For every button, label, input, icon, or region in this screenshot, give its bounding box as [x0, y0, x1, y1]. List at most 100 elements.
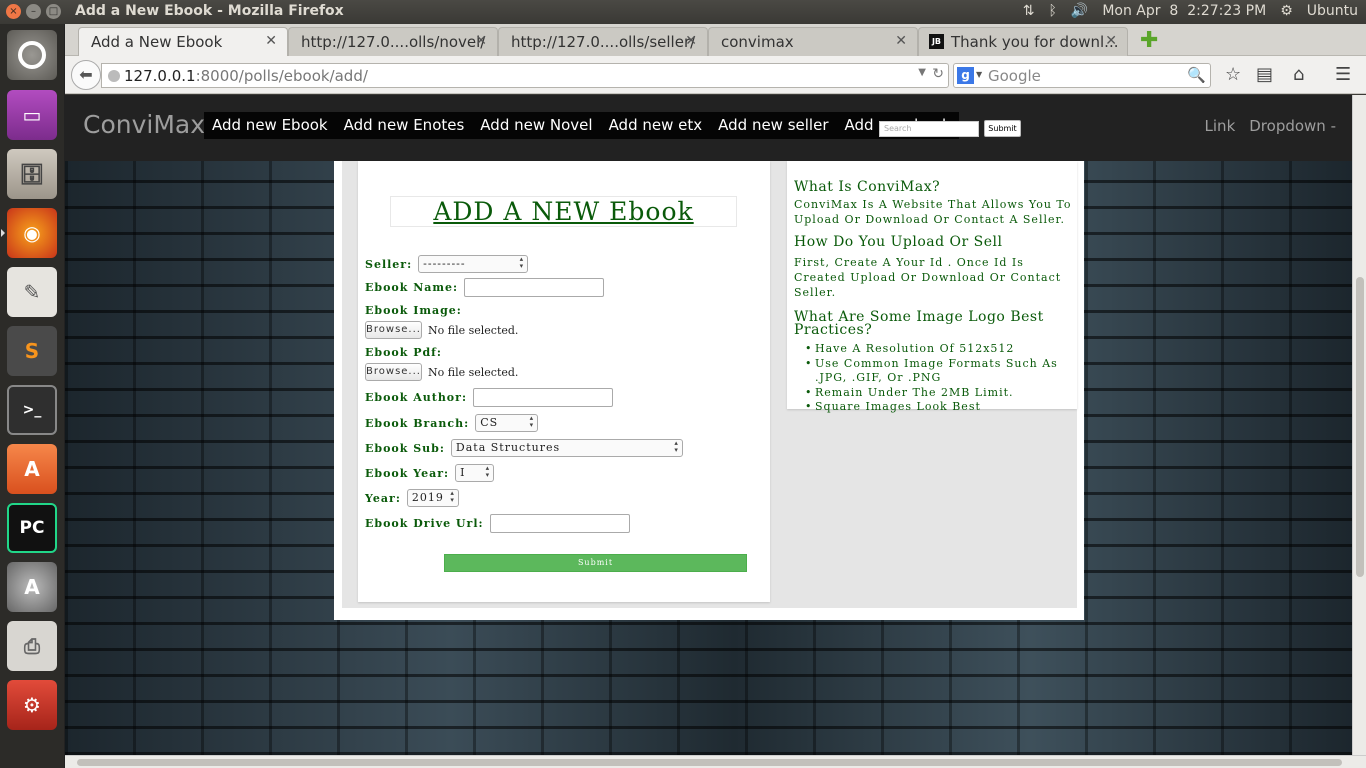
vertical-scrollbar-thumb[interactable]: [1356, 277, 1364, 577]
submit-button[interactable]: Submit: [444, 554, 747, 572]
ebook-pdf-label: Ebook Pdf:: [365, 346, 442, 359]
printer-icon[interactable]: ⎙: [7, 621, 57, 671]
files-icon[interactable]: 🗄: [7, 149, 57, 199]
tab-thank-you[interactable]: JB Thank you for downl... ✕: [918, 27, 1128, 56]
new-tab-icon[interactable]: ✚: [1140, 28, 1158, 53]
gear-icon[interactable]: ⚙: [1280, 3, 1293, 19]
bookmark-star-icon[interactable]: ☆: [1225, 64, 1241, 85]
ebook-sub-row: Ebook Sub: Data Structures: [365, 439, 683, 457]
window-controls: × – □: [6, 4, 61, 19]
seller-row: Seller: ---------: [365, 255, 529, 273]
search-icon[interactable]: 🔍: [1187, 66, 1206, 84]
window-maximize-button[interactable]: □: [46, 4, 61, 19]
workspace-icon[interactable]: ▭: [7, 90, 57, 140]
menu-icon[interactable]: ☰: [1335, 64, 1351, 85]
volume-icon[interactable]: 🔊: [1071, 3, 1088, 19]
url-history-dropdown-icon[interactable]: ▼: [918, 67, 926, 78]
seller-select[interactable]: ---------: [418, 255, 529, 273]
settings-icon[interactable]: ⚙: [7, 680, 57, 730]
horizontal-scrollbar[interactable]: [65, 755, 1366, 768]
site-navbar: ConviMax Add new Ebook Add new Enotes Ad…: [65, 95, 1352, 161]
close-tab-icon[interactable]: ✕: [265, 33, 277, 49]
ebook-branch-row: Ebook Branch: CS: [365, 414, 539, 432]
ebook-sub-select[interactable]: Data Structures: [450, 439, 683, 457]
ebook-branch-select-value: CS: [480, 416, 499, 429]
horizontal-scrollbar-thumb[interactable]: [77, 759, 1342, 766]
nav-add-etx[interactable]: Add new etx: [601, 112, 711, 139]
ebook-pdf-browse-button[interactable]: Browse...: [365, 363, 422, 381]
launcher: ▭ 🗄 ◉ ✎ S >_ A PC A ⎙ ⚙: [0, 24, 65, 768]
search-placeholder: Google: [988, 67, 1041, 85]
bluetooth-icon[interactable]: ᛒ: [1049, 3, 1057, 19]
close-tab-icon[interactable]: ✕: [685, 33, 697, 49]
ebook-branch-select[interactable]: CS: [475, 414, 539, 432]
nav-add-ebook[interactable]: Add new Ebook: [204, 112, 336, 139]
terminal-icon[interactable]: >_: [7, 385, 57, 435]
nav-link[interactable]: Link: [1205, 117, 1236, 135]
user-name[interactable]: Ubuntu: [1307, 3, 1358, 19]
pycharm-icon[interactable]: PC: [7, 503, 57, 553]
close-tab-icon[interactable]: ✕: [1105, 33, 1117, 49]
window-minimize-button[interactable]: –: [26, 4, 41, 19]
home-icon[interactable]: ⌂: [1293, 64, 1304, 85]
tab-novel[interactable]: http://127.0....olls/novel/ ✕: [288, 27, 498, 56]
updater-icon[interactable]: A: [7, 562, 57, 612]
info-heading-logo-practices: What Are Some Image Logo Best Practices?: [794, 309, 1044, 338]
site-identity-icon[interactable]: [108, 70, 120, 82]
nav-add-enotes[interactable]: Add new Enotes: [336, 112, 473, 139]
tab-label: Thank you for downl...: [951, 33, 1119, 51]
window-close-button[interactable]: ×: [6, 4, 21, 19]
ebook-image-browse-button[interactable]: Browse...: [365, 321, 422, 339]
ebook-pdf-label-row: Ebook Pdf:: [365, 346, 448, 359]
close-tab-icon[interactable]: ✕: [475, 33, 487, 49]
ebook-drive-url-row: Ebook Drive Url:: [365, 514, 630, 533]
close-tab-icon[interactable]: ✕: [895, 33, 907, 49]
clock[interactable]: Mon Apr 8 2:27:23 PM: [1102, 3, 1266, 19]
nav-dropdown[interactable]: Dropdown -: [1249, 117, 1336, 135]
ebook-drive-url-input[interactable]: [489, 514, 630, 533]
ebook-year-select[interactable]: I: [455, 464, 495, 482]
google-engine-icon[interactable]: g: [957, 67, 974, 84]
seller-select-value: ---------: [423, 257, 466, 270]
text-editor-icon[interactable]: ✎: [7, 267, 57, 317]
site-nav-right: Link Dropdown -: [1205, 117, 1336, 135]
dash-icon[interactable]: [7, 30, 57, 80]
firefox-icon[interactable]: ◉: [1, 208, 57, 258]
site-nav-links: Add new Ebook Add new Enotes Add new Nov…: [204, 112, 959, 139]
browser-tab-bar: Add a New Ebook ✕ http://127.0....olls/n…: [65, 24, 1366, 56]
info-heading-what-is: What Is ConviMax?: [794, 179, 941, 195]
form-title: ADD A NEW Ebook: [390, 196, 737, 227]
nav-add-seller[interactable]: Add new seller: [710, 112, 836, 139]
ebook-form: ADD A NEW Ebook Seller: --------- Ebook …: [358, 161, 770, 602]
ebook-drive-url-label: Ebook Drive Url:: [365, 517, 484, 530]
tab-label: http://127.0....olls/novel/: [301, 33, 486, 51]
tab-seller[interactable]: http://127.0....olls/seller/ ✕: [498, 27, 708, 56]
ebook-author-row: Ebook Author:: [365, 388, 614, 407]
sublime-text-icon[interactable]: S: [7, 326, 57, 376]
year-select[interactable]: 2019: [406, 489, 459, 507]
vertical-scrollbar[interactable]: [1352, 95, 1366, 755]
tab-add-new-ebook[interactable]: Add a New Ebook ✕: [78, 27, 288, 56]
ebook-name-input[interactable]: [464, 278, 605, 297]
chevron-down-icon[interactable]: ▼: [976, 70, 982, 79]
site-search-submit-button[interactable]: Submit: [984, 120, 1021, 137]
tab-label: convimax: [721, 33, 794, 51]
reading-list-icon[interactable]: ▤: [1256, 64, 1273, 85]
year-select-value: 2019: [411, 491, 444, 504]
seller-label: Seller:: [365, 257, 413, 271]
network-icon[interactable]: ⇅: [1023, 3, 1035, 19]
tab-convimax[interactable]: convimax ✕: [708, 27, 918, 56]
nav-add-novel[interactable]: Add new Novel: [472, 112, 600, 139]
info-panel: What Is ConviMax? ConviMax Is A Website …: [787, 161, 1077, 414]
url-bar[interactable]: 127.0.0.1:8000/polls/ebook/add/ ▼ ↻: [101, 63, 949, 88]
ebook-year-label: Ebook Year:: [365, 466, 450, 480]
software-center-icon[interactable]: A: [7, 444, 57, 494]
site-brand[interactable]: ConviMax: [83, 110, 205, 139]
site-search-input[interactable]: Search: [879, 121, 979, 137]
back-button[interactable]: ⬅: [71, 60, 101, 90]
reload-icon[interactable]: ↻: [932, 66, 944, 82]
ebook-author-input[interactable]: [473, 388, 614, 407]
search-bar[interactable]: g ▼ Google 🔍: [953, 63, 1211, 88]
tab-label: http://127.0....olls/seller/: [511, 33, 696, 51]
ebook-image-label-row: Ebook Image:: [365, 304, 468, 317]
